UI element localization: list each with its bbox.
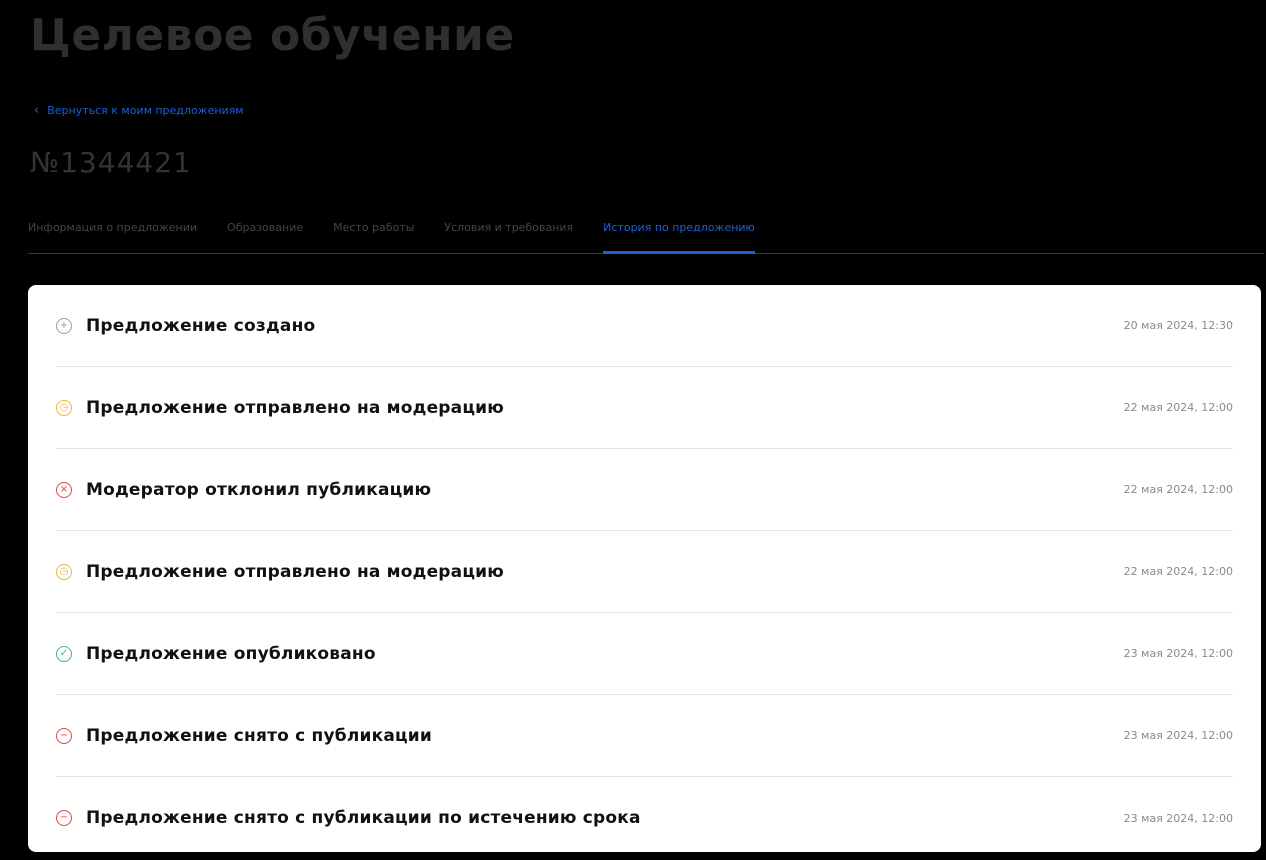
tab-education[interactable]: Образование [227,212,303,254]
history-item-label: Предложение отправлено на модерацию [86,561,504,582]
history-item: ◷ Предложение отправлено на модерацию 22… [56,531,1233,613]
history-item: − Предложение снято с публикации 23 мая … [56,695,1233,777]
minus-circle-icon: − [56,727,72,744]
clock-icon: ◷ [56,563,72,580]
history-item-label: Предложение отправлено на модерацию [86,397,504,418]
history-item-label: Модератор отклонил публикацию [86,479,432,500]
history-item-date: 20 мая 2024, 12:30 [1123,319,1233,332]
history-item-label: Предложение создано [86,315,316,336]
history-item-date: 23 мая 2024, 12:00 [1123,729,1233,742]
history-item-date: 22 мая 2024, 12:00 [1123,483,1233,496]
history-list: + Предложение создано 20 мая 2024, 12:30… [28,285,1261,852]
back-link-label: Вернуться к моим предложениям [47,104,244,117]
history-item-date: 23 мая 2024, 12:00 [1123,647,1233,660]
history-item-label: Предложение снято с публикации по истече… [86,808,641,828]
history-item: ✓ Предложение опубликовано 23 мая 2024, … [56,613,1233,695]
history-item: − Предложение снято с публикации по исте… [56,777,1233,859]
offer-number: №1344421 [30,146,192,179]
x-circle-icon: × [56,481,72,498]
history-item-date: 22 мая 2024, 12:00 [1123,565,1233,578]
history-item-label: Предложение опубликовано [86,643,376,664]
minus-circle-icon: − [56,810,72,826]
history-item: ◷ Предложение отправлено на модерацию 22… [56,367,1233,449]
back-link[interactable]: ‹ Вернуться к моим предложениям [34,103,244,118]
history-item: + Предложение создано 20 мая 2024, 12:30 [56,285,1233,367]
tab-workplace[interactable]: Место работы [333,212,414,254]
tab-history[interactable]: История по предложению [603,212,755,254]
history-item: × Модератор отклонил публикацию 22 мая 2… [56,449,1233,531]
plus-circle-icon: + [56,317,72,334]
check-circle-icon: ✓ [56,645,72,662]
history-item-date: 22 мая 2024, 12:00 [1123,401,1233,414]
chevron-left-icon: ‹ [34,103,40,118]
history-item-label: Предложение снято с публикации [86,725,433,746]
tab-conditions[interactable]: Условия и требования [444,212,573,254]
tab-bar: Информация о предложении Образование Мес… [28,212,1264,254]
clock-icon: ◷ [56,399,72,416]
page-title: Целевое обучение [30,10,515,61]
history-item-date: 23 мая 2024, 12:00 [1123,811,1233,825]
tab-offer-info[interactable]: Информация о предложении [28,212,197,254]
